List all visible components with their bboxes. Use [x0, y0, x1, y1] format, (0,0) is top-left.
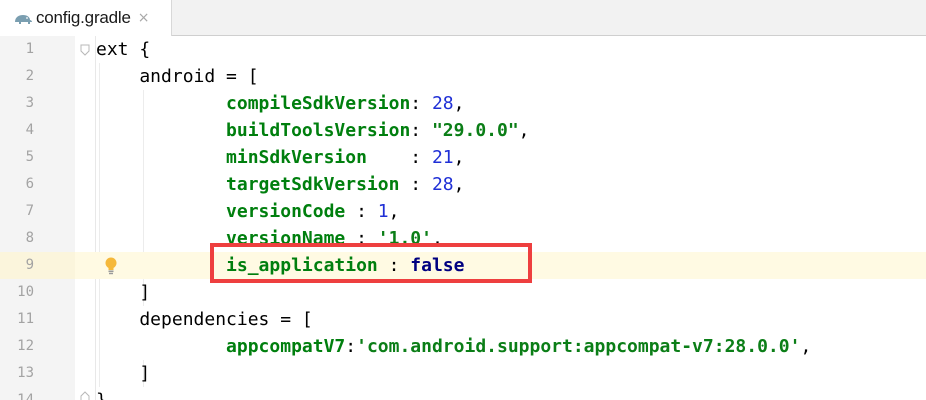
- code-text: minSdkVersion : 21,: [96, 144, 465, 171]
- code-line[interactable]: 5 minSdkVersion : 21,: [0, 144, 926, 171]
- code-text: ]: [96, 279, 150, 306]
- code-line[interactable]: 10 ]: [0, 279, 926, 306]
- code-token: appcompatV7: [226, 336, 346, 357]
- code-token: buildToolsVersion: [226, 120, 411, 141]
- code-token: ext {: [96, 39, 151, 60]
- code-text: }: [96, 387, 107, 400]
- close-icon[interactable]: ×: [138, 10, 150, 26]
- code-token: ,: [453, 147, 465, 168]
- line-number: 12: [17, 338, 34, 354]
- code-token: false: [410, 255, 465, 276]
- line-number: 14: [17, 392, 34, 400]
- code-line[interactable]: 3 compileSdkVersion: 28,: [0, 90, 926, 117]
- code-token: :: [345, 336, 357, 357]
- code-line[interactable]: 6 targetSdkVersion : 28,: [0, 171, 926, 198]
- code-text: android = [: [96, 63, 259, 90]
- code-token: ,: [388, 201, 400, 222]
- line-number: 9: [25, 257, 34, 273]
- line-number: 13: [17, 365, 34, 381]
- code-line[interactable]: 8 versionName : '1.0',: [0, 225, 926, 252]
- code-token: }: [96, 390, 107, 400]
- code-text: versionName : '1.0',: [96, 225, 443, 252]
- code-token: versionName: [226, 228, 346, 249]
- code-token: ,: [800, 336, 812, 357]
- code-text: appcompatV7:'com.android.support:appcomp…: [96, 333, 811, 360]
- code-editor[interactable]: 1 ext {2 android = [3 compileSdkVersion: …: [0, 36, 926, 400]
- code-token: is_application: [226, 255, 378, 276]
- code-line[interactable]: 9 is_application : false: [0, 252, 926, 279]
- code-token: ,: [431, 228, 443, 249]
- code-text: dependencies = [: [96, 306, 313, 333]
- code-line[interactable]: 13 ]: [0, 360, 926, 387]
- fold-open-icon[interactable]: [80, 44, 90, 56]
- code-text: ext {: [96, 36, 150, 63]
- code-token: "29.0.0": [431, 120, 519, 141]
- line-number: 11: [17, 311, 34, 327]
- code-token: ,: [453, 174, 465, 195]
- line-number: 1: [25, 41, 34, 57]
- line-number: 6: [25, 176, 34, 192]
- code-line[interactable]: 4 buildToolsVersion: "29.0.0",: [0, 117, 926, 144]
- code-token: :: [410, 93, 432, 114]
- code-token: dependencies = [: [96, 309, 313, 330]
- line-number: 3: [25, 95, 34, 111]
- code-token: :: [366, 147, 432, 168]
- code-token: versionCode: [226, 201, 346, 222]
- code-token: 28: [431, 174, 454, 195]
- code-token: :: [345, 201, 378, 222]
- code-token: ,: [453, 93, 465, 114]
- code-text: ]: [96, 360, 150, 387]
- code-token: android = [: [96, 66, 259, 87]
- code-text: buildToolsVersion: "29.0.0",: [96, 117, 530, 144]
- code-text: compileSdkVersion: 28,: [96, 90, 465, 117]
- code-token: ,: [518, 120, 530, 141]
- code-token: compileSdkVersion: [226, 93, 411, 114]
- editor-tab-bar: config.gradle ×: [0, 0, 926, 36]
- code-line[interactable]: 7 versionCode : 1,: [0, 198, 926, 225]
- line-number: 4: [25, 122, 34, 138]
- code-token: :: [377, 255, 411, 276]
- tab-title: config.gradle: [36, 8, 131, 27]
- code-token: :: [345, 228, 378, 249]
- gradle-elephant-icon: [13, 11, 33, 25]
- code-line[interactable]: 2 android = [: [0, 63, 926, 90]
- code-token: ]: [96, 363, 151, 384]
- code-text: is_application : false: [96, 252, 464, 279]
- line-number: 5: [25, 149, 34, 165]
- line-number: 8: [25, 230, 34, 246]
- code-token: minSdkVersion: [226, 147, 367, 168]
- code-text: targetSdkVersion : 28,: [96, 171, 464, 198]
- code-token: 1: [377, 201, 389, 222]
- line-number: 7: [25, 203, 34, 219]
- code-token: ]: [96, 282, 151, 303]
- code-token: 'com.android.support:appcompat-v7:28.0.0…: [356, 336, 801, 357]
- code-token: 28: [431, 93, 454, 114]
- tab-config-gradle[interactable]: config.gradle ×: [0, 0, 172, 36]
- fold-close-icon[interactable]: [80, 391, 90, 400]
- intention-lightbulb-icon[interactable]: [104, 256, 118, 276]
- code-line[interactable]: 1 ext {: [0, 36, 926, 63]
- code-line[interactable]: 14}: [0, 387, 926, 400]
- code-token: :: [410, 120, 432, 141]
- code-line[interactable]: 11 dependencies = [: [0, 306, 926, 333]
- code-token: '1.0': [377, 228, 432, 249]
- code-text: versionCode : 1,: [96, 198, 399, 225]
- code-token: :: [399, 174, 432, 195]
- code-token: targetSdkVersion: [226, 174, 400, 195]
- code-token: 21: [431, 147, 454, 168]
- line-number: 10: [17, 284, 34, 300]
- code-line[interactable]: 12 appcompatV7:'com.android.support:appc…: [0, 333, 926, 360]
- line-number: 2: [25, 68, 34, 84]
